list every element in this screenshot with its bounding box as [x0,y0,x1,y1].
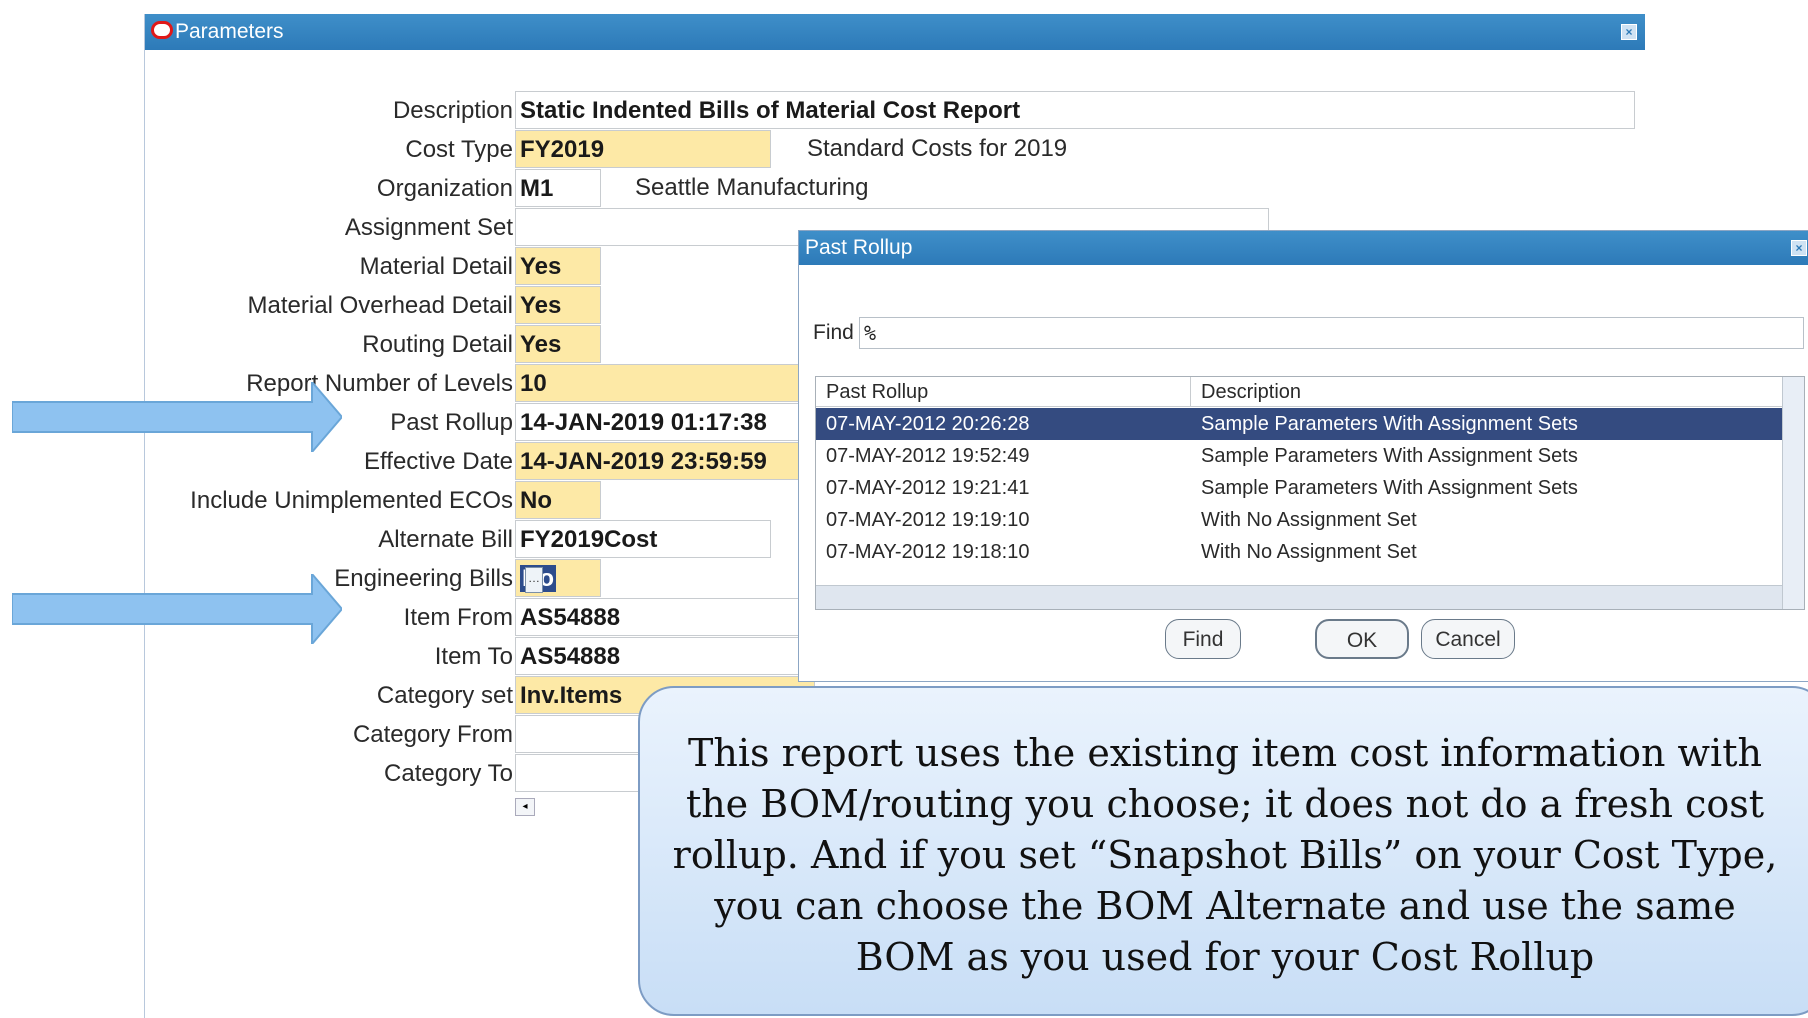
cost-type-field[interactable]: FY2019 [515,130,771,168]
organization-label: Organization [376,175,513,202]
results-table: Past Rollup Description 07-MAY-2012 20:2… [815,376,1805,610]
callout-text: This report uses the existing item cost … [672,731,1778,979]
row-description: Sample Parameters With Assignment Sets [1201,413,1578,435]
category-set-label: Category set [376,682,513,709]
row-description: Sample Parameters With Assignment Sets [1201,445,1578,467]
window-title: Parameters [175,20,284,43]
dialog-titlebar[interactable] [799,231,1808,265]
material-overhead-detail-label: Material Overhead Detail [247,292,513,319]
routing-detail-field[interactable]: Yes [515,325,601,363]
horizontal-scrollbar[interactable] [816,585,1782,609]
window-titlebar[interactable] [145,14,1645,50]
arrow-past-rollup-icon [12,382,342,452]
lov-ellipsis-button[interactable]: … [525,567,543,593]
cost-type-label: Cost Type [405,136,513,163]
include-ecos-label: Include Unimplemented ECOs [190,487,513,514]
organization-field[interactable]: M1 [515,169,601,207]
column-header-past-rollup[interactable]: Past Rollup [816,377,1191,407]
table-row[interactable]: 07-MAY-2012 19:19:10 With No Assignment … [816,504,1786,536]
arrow-alternate-bill-icon [12,574,342,644]
table-row[interactable]: 07-MAY-2012 19:18:10 With No Assignment … [816,536,1786,568]
category-from-label: Category From [352,721,513,748]
material-detail-field[interactable]: Yes [515,247,601,285]
table-row[interactable]: 07-MAY-2012 19:52:49 Sample Parameters W… [816,440,1786,472]
cost-type-description: Standard Costs for 2019 [807,135,1068,162]
routing-detail-label: Routing Detail [362,331,513,358]
row-description: With No Assignment Set [1201,509,1417,531]
past-rollup-field[interactable]: 14-JAN-2019 01:17:38 [515,403,815,441]
description-field[interactable]: Static Indented Bills of Material Cost R… [515,91,1635,129]
row-rollup: 07-MAY-2012 19:52:49 [826,445,1030,467]
find-button[interactable]: Find [1165,619,1241,659]
description-label: Description [392,97,513,124]
vertical-scrollbar[interactable] [1782,377,1804,609]
close-icon[interactable]: × [1791,240,1807,256]
alternate-bill-label: Alternate Bill [378,526,513,553]
category-to-label: Category To [384,760,513,787]
report-levels-field[interactable]: 10 [515,364,815,402]
alternate-bill-field[interactable]: FY2019Cost [515,520,771,558]
include-ecos-field[interactable]: No [515,481,601,519]
close-icon[interactable]: × [1621,24,1637,40]
row-rollup: 07-MAY-2012 20:26:28 [826,413,1030,435]
row-rollup: 07-MAY-2012 19:18:10 [826,541,1030,563]
table-row[interactable]: 07-MAY-2012 20:26:28 Sample Parameters W… [816,408,1786,440]
oracle-logo-icon [151,21,173,39]
find-input[interactable]: % [859,317,1804,349]
material-detail-label: Material Detail [359,253,513,280]
row-description: Sample Parameters With Assignment Sets [1201,477,1578,499]
past-rollup-dialog: Past Rollup × Find % Past Rollup Descrip… [798,230,1808,682]
dialog-title: Past Rollup [805,236,913,259]
callout-box: This report uses the existing item cost … [638,686,1808,1016]
ok-button[interactable]: OK [1315,619,1409,659]
row-rollup: 07-MAY-2012 19:19:10 [826,509,1030,531]
cancel-button[interactable]: Cancel [1421,619,1515,659]
row-rollup: 07-MAY-2012 19:21:41 [826,477,1030,499]
item-from-field[interactable]: AS54888 [515,598,815,636]
organization-description: Seattle Manufacturing [635,174,869,201]
effective-date-field[interactable]: 14-JAN-2019 23:59:59 [515,442,815,480]
material-overhead-detail-field[interactable]: Yes [515,286,601,324]
table-row[interactable]: 07-MAY-2012 19:21:41 Sample Parameters W… [816,472,1786,504]
assignment-set-label: Assignment Set [344,214,513,241]
find-label: Find [813,321,854,344]
item-to-field[interactable]: AS54888 [515,637,815,675]
column-header-description[interactable]: Description [1191,377,1782,407]
row-description: With No Assignment Set [1201,541,1417,563]
scroll-left-icon[interactable]: ◂ [515,798,535,816]
